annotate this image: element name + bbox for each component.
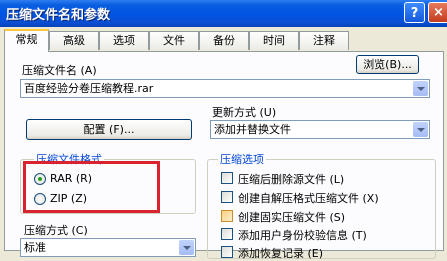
archive-name-label: 压缩文件名 (A) xyxy=(22,64,97,77)
tab-general[interactable]: 常规 xyxy=(4,29,49,52)
highlight-box xyxy=(23,161,160,213)
authenticity-label[interactable]: 添加用户身份校验信息 (T) xyxy=(238,227,367,243)
chevron-down-icon[interactable] xyxy=(413,122,428,137)
close-button[interactable]: × xyxy=(428,2,447,23)
create-sfx-label[interactable]: 创建自解压格式压缩文件 (X) xyxy=(238,190,379,206)
title-bar: 压缩文件名和参数 ? × xyxy=(0,0,447,27)
browse-button[interactable]: 浏览(B)... xyxy=(356,55,419,74)
delete-files-label[interactable]: 压缩后删除源文件 (L) xyxy=(238,171,344,187)
delete-files-checkbox[interactable] xyxy=(221,172,233,184)
authenticity-checkbox[interactable] xyxy=(221,228,233,240)
update-mode-label: 更新方式 (U) xyxy=(212,106,277,119)
create-sfx-checkbox[interactable] xyxy=(221,191,233,203)
chevron-down-icon[interactable] xyxy=(413,81,428,96)
tab-comment[interactable]: 注释 xyxy=(299,31,349,50)
archive-name-field[interactable]: 百度经验分卷压缩教程.rar xyxy=(20,79,430,98)
help-button[interactable]: ? xyxy=(404,2,425,23)
profiles-button[interactable]: 配置 (F)... xyxy=(26,119,192,140)
solid-archive-label[interactable]: 创建固实压缩文件 (S) xyxy=(238,209,345,225)
window-title: 压缩文件名和参数 xyxy=(6,8,111,23)
update-mode-select[interactable]: 添加并替换文件 xyxy=(210,120,430,139)
tab-time[interactable]: 时间 xyxy=(249,31,299,50)
solid-archive-checkbox[interactable] xyxy=(221,210,233,222)
recovery-record-label[interactable]: 添加恢复记录 (E) xyxy=(238,245,323,261)
archive-name-value: 百度经验分卷压缩教程.rar xyxy=(24,82,154,95)
tab-options[interactable]: 选项 xyxy=(99,31,149,50)
compression-method-label: 压缩方式 (C) xyxy=(24,224,88,237)
tab-backup[interactable]: 备份 xyxy=(199,31,249,50)
tab-advanced[interactable]: 高级 xyxy=(49,31,99,50)
archiving-options-title: 压缩选项 xyxy=(218,151,266,167)
tab-files[interactable]: 文件 xyxy=(149,31,199,50)
update-mode-value: 添加并替换文件 xyxy=(214,123,291,136)
